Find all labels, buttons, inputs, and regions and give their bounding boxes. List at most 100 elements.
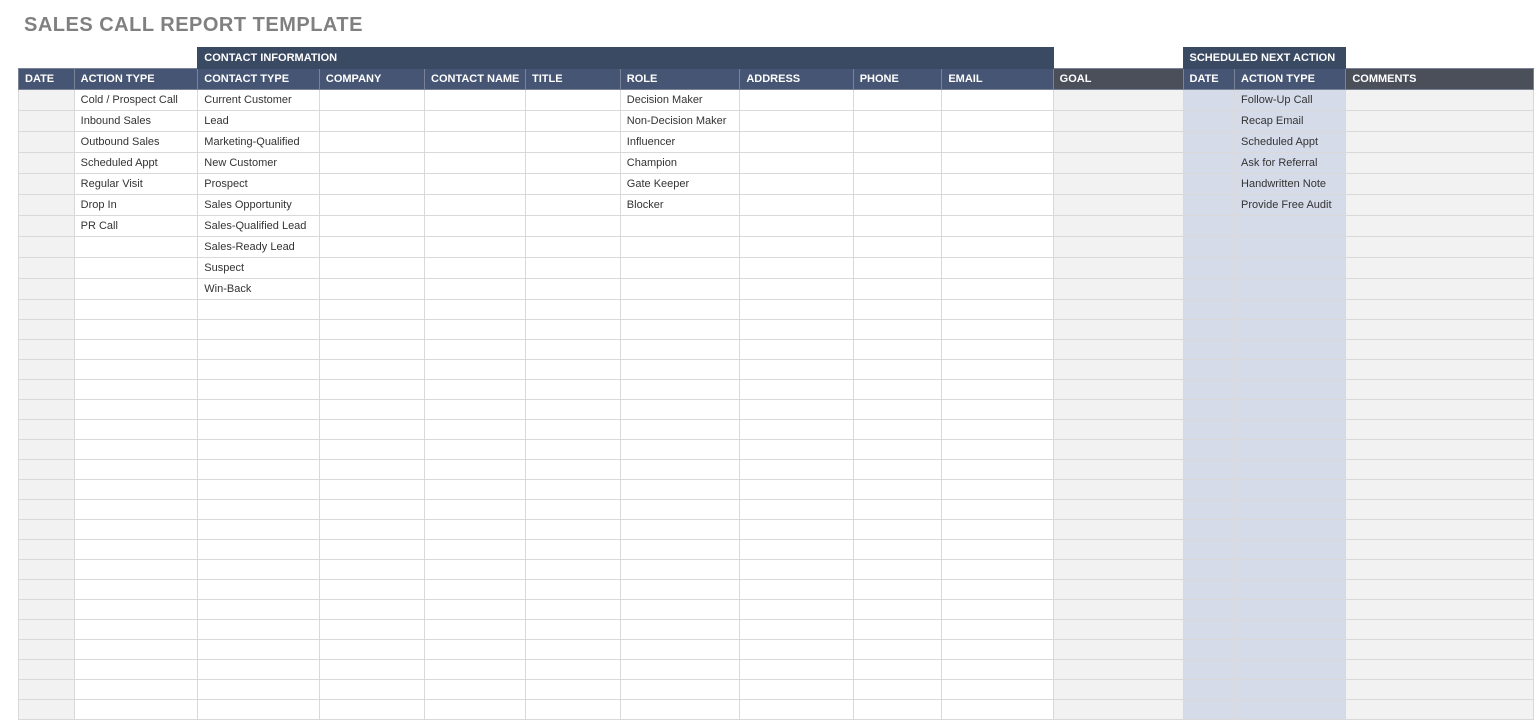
cell-address[interactable]: [740, 360, 853, 380]
cell-phone[interactable]: [853, 600, 942, 620]
cell-comments[interactable]: [1346, 258, 1534, 279]
cell-email[interactable]: [942, 111, 1053, 132]
cell-contact-name[interactable]: [425, 340, 526, 360]
cell-next-action-type[interactable]: Handwritten Note: [1235, 174, 1346, 195]
cell-action-type[interactable]: [74, 540, 198, 560]
cell-role[interactable]: [620, 540, 740, 560]
cell-contact-name[interactable]: [425, 360, 526, 380]
table-row[interactable]: [19, 560, 1534, 580]
cell-contact-name[interactable]: [425, 300, 526, 320]
cell-company[interactable]: [319, 520, 424, 540]
cell-phone[interactable]: [853, 460, 942, 480]
cell-title[interactable]: [525, 340, 620, 360]
cell-comments[interactable]: [1346, 300, 1534, 320]
cell-role[interactable]: [620, 380, 740, 400]
cell-next-action-type[interactable]: [1235, 540, 1346, 560]
table-row[interactable]: Regular VisitProspectGate KeeperHandwrit…: [19, 174, 1534, 195]
cell-action-type[interactable]: [74, 600, 198, 620]
cell-goal[interactable]: [1053, 195, 1183, 216]
cell-comments[interactable]: [1346, 360, 1534, 380]
cell-address[interactable]: [740, 620, 853, 640]
cell-title[interactable]: [525, 320, 620, 340]
cell-role[interactable]: [620, 400, 740, 420]
cell-next-action-type[interactable]: Ask for Referral: [1235, 153, 1346, 174]
cell-email[interactable]: [942, 174, 1053, 195]
cell-title[interactable]: [525, 440, 620, 460]
cell-goal[interactable]: [1053, 90, 1183, 111]
cell-contact-name[interactable]: [425, 680, 526, 700]
cell-title[interactable]: [525, 300, 620, 320]
cell-address[interactable]: [740, 500, 853, 520]
cell-email[interactable]: [942, 258, 1053, 279]
cell-email[interactable]: [942, 153, 1053, 174]
cell-contact-type[interactable]: Sales Opportunity: [198, 195, 320, 216]
cell-contact-type[interactable]: Lead: [198, 111, 320, 132]
cell-contact-type[interactable]: [198, 620, 320, 640]
cell-title[interactable]: [525, 279, 620, 300]
cell-phone[interactable]: [853, 520, 942, 540]
cell-email[interactable]: [942, 600, 1053, 620]
cell-next-date[interactable]: [1183, 340, 1235, 360]
cell-action-type[interactable]: [74, 700, 198, 720]
cell-comments[interactable]: [1346, 320, 1534, 340]
cell-email[interactable]: [942, 360, 1053, 380]
cell-action-type[interactable]: [74, 380, 198, 400]
cell-address[interactable]: [740, 111, 853, 132]
cell-contact-name[interactable]: [425, 195, 526, 216]
cell-email[interactable]: [942, 420, 1053, 440]
cell-company[interactable]: [319, 500, 424, 520]
cell-title[interactable]: [525, 660, 620, 680]
cell-contact-name[interactable]: [425, 440, 526, 460]
cell-address[interactable]: [740, 640, 853, 660]
cell-email[interactable]: [942, 460, 1053, 480]
cell-title[interactable]: [525, 500, 620, 520]
cell-date[interactable]: [19, 500, 75, 520]
cell-role[interactable]: [620, 520, 740, 540]
cell-next-action-type[interactable]: Provide Free Audit: [1235, 195, 1346, 216]
cell-email[interactable]: [942, 520, 1053, 540]
table-row[interactable]: [19, 500, 1534, 520]
cell-role[interactable]: [620, 700, 740, 720]
cell-goal[interactable]: [1053, 600, 1183, 620]
cell-title[interactable]: [525, 600, 620, 620]
cell-phone[interactable]: [853, 174, 942, 195]
cell-address[interactable]: [740, 460, 853, 480]
cell-action-type[interactable]: [74, 580, 198, 600]
cell-title[interactable]: [525, 580, 620, 600]
cell-company[interactable]: [319, 400, 424, 420]
cell-address[interactable]: [740, 540, 853, 560]
cell-comments[interactable]: [1346, 90, 1534, 111]
table-row[interactable]: [19, 400, 1534, 420]
cell-phone[interactable]: [853, 540, 942, 560]
cell-next-action-type[interactable]: [1235, 258, 1346, 279]
table-row[interactable]: Cold / Prospect CallCurrent CustomerDeci…: [19, 90, 1534, 111]
cell-phone[interactable]: [853, 90, 942, 111]
cell-next-action-type[interactable]: [1235, 400, 1346, 420]
cell-phone[interactable]: [853, 216, 942, 237]
cell-next-date[interactable]: [1183, 640, 1235, 660]
cell-next-action-type[interactable]: [1235, 300, 1346, 320]
cell-comments[interactable]: [1346, 520, 1534, 540]
cell-email[interactable]: [942, 580, 1053, 600]
cell-next-action-type[interactable]: [1235, 480, 1346, 500]
cell-action-type[interactable]: [74, 300, 198, 320]
cell-company[interactable]: [319, 700, 424, 720]
cell-goal[interactable]: [1053, 580, 1183, 600]
cell-title[interactable]: [525, 680, 620, 700]
cell-email[interactable]: [942, 300, 1053, 320]
cell-address[interactable]: [740, 600, 853, 620]
cell-phone[interactable]: [853, 400, 942, 420]
cell-goal[interactable]: [1053, 380, 1183, 400]
cell-date[interactable]: [19, 90, 75, 111]
cell-address[interactable]: [740, 216, 853, 237]
cell-contact-name[interactable]: [425, 258, 526, 279]
cell-next-date[interactable]: [1183, 480, 1235, 500]
cell-role[interactable]: Decision Maker: [620, 90, 740, 111]
cell-phone[interactable]: [853, 153, 942, 174]
cell-date[interactable]: [19, 340, 75, 360]
cell-comments[interactable]: [1346, 237, 1534, 258]
cell-comments[interactable]: [1346, 600, 1534, 620]
cell-next-action-type[interactable]: [1235, 279, 1346, 300]
cell-comments[interactable]: [1346, 153, 1534, 174]
cell-goal[interactable]: [1053, 279, 1183, 300]
